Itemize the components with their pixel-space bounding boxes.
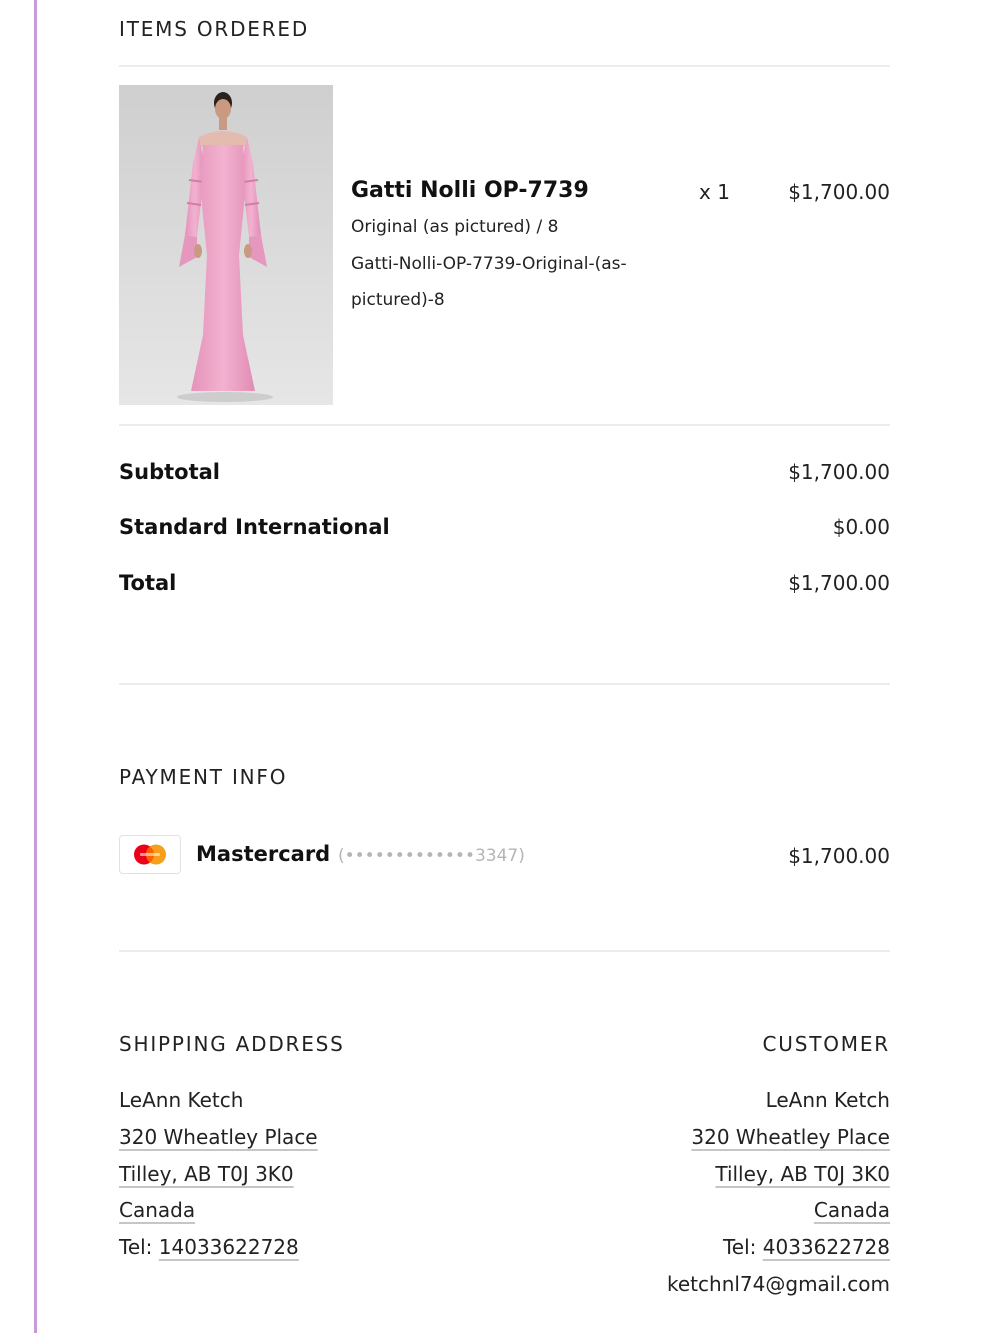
customer-country-link[interactable]: Canada [814, 1198, 890, 1222]
subtotal-value: $1,700.00 [788, 460, 890, 484]
divider [119, 950, 890, 952]
pink-gown-icon [119, 85, 333, 405]
divider [119, 683, 890, 685]
item-quantity: x 1 [699, 180, 730, 204]
product-image[interactable] [119, 85, 333, 405]
payment-info-heading: PAYMENT INFO [119, 765, 288, 789]
customer-phone-label: Tel: [722, 1235, 763, 1259]
shipping-method-label: Standard International [119, 515, 390, 539]
left-accent-rule [34, 0, 37, 1333]
shipping-country-link[interactable]: Canada [119, 1198, 195, 1222]
total-label: Total [119, 571, 177, 595]
customer-city-link[interactable]: Tilley, AB T0J 3K0 [715, 1162, 890, 1186]
total-value: $1,700.00 [788, 571, 890, 595]
customer-heading: CUSTOMER [762, 1032, 890, 1056]
item-sku: Gatti-Nolli-OP-7739-Original-(as-picture… [351, 254, 627, 310]
item-variant: Original (as pictured) / 8 [351, 217, 559, 237]
shipping-address-heading: SHIPPING ADDRESS [119, 1032, 345, 1056]
customer-street-link[interactable]: 320 Wheatley Place [691, 1125, 890, 1149]
customer-email-link[interactable]: ketchnl74@gmail.com [667, 1272, 890, 1296]
payment-amount: $1,700.00 [788, 844, 890, 868]
shipping-phone-link[interactable]: 14033622728 [159, 1235, 299, 1259]
shipping-row: Standard International $0.00 [119, 515, 890, 545]
subtotal-row: Subtotal $1,700.00 [119, 460, 890, 490]
total-row: Total $1,700.00 [119, 571, 890, 601]
shipping-cost-value: $0.00 [832, 515, 890, 539]
items-ordered-heading: ITEMS ORDERED [119, 17, 310, 41]
shipping-phone: Tel: 14033622728 [119, 1235, 299, 1259]
divider [119, 65, 890, 67]
shipping-phone-label: Tel: [119, 1235, 159, 1259]
shipping-street-link[interactable]: 320 Wheatley Place [119, 1125, 318, 1149]
card-brand: Mastercard [196, 842, 331, 866]
shipping-city-link[interactable]: Tilley, AB T0J 3K0 [119, 1162, 294, 1186]
customer-name: LeAnn Ketch [765, 1088, 890, 1112]
shipping-name: LeAnn Ketch [119, 1088, 244, 1112]
item-price: $1,700.00 [788, 180, 890, 204]
card-number-masked: (•••••••••••••3347) [338, 846, 525, 866]
item-name: Gatti Nolli OP-7739 [351, 178, 589, 203]
subtotal-label: Subtotal [119, 460, 220, 484]
customer-phone-link[interactable]: 4033622728 [763, 1235, 890, 1259]
mastercard-icon [119, 835, 181, 874]
customer-phone: Tel: 4033622728 [723, 1235, 890, 1259]
divider [119, 424, 890, 426]
